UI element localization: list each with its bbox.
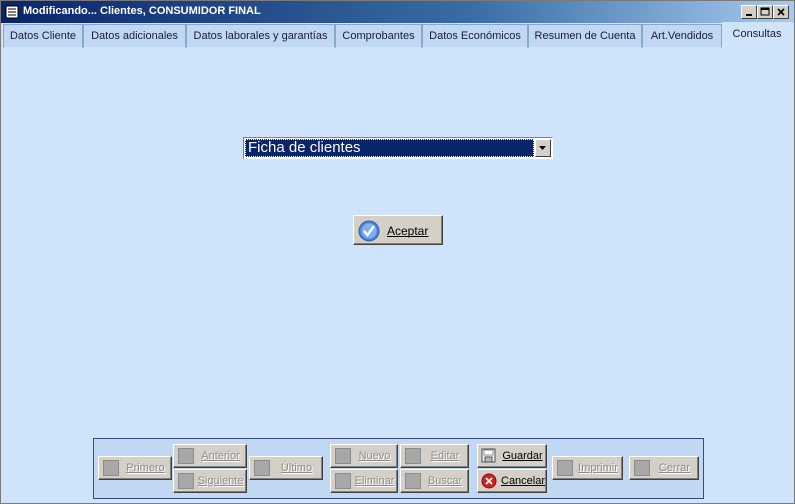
close-form-icon (634, 460, 650, 476)
first-record-button[interactable]: Primero (98, 456, 172, 480)
tab-datos-economicos[interactable]: Datos Económicos (422, 24, 528, 48)
app-icon (5, 5, 19, 19)
maximize-icon (760, 7, 770, 16)
window-title: Modificando... Clientes, CONSUMIDOR FINA… (23, 5, 261, 17)
previous-record-label: Anterior (201, 450, 240, 462)
chevron-down-icon (539, 146, 546, 150)
checkmark-icon (358, 220, 380, 242)
edit-button[interactable]: Editar (400, 444, 469, 468)
cancel-button-label: Cancelar (501, 475, 546, 487)
next-record-button[interactable]: Siguiente (173, 469, 247, 493)
previous-icon (178, 448, 194, 464)
close-icon (777, 8, 785, 16)
maximize-button[interactable] (757, 5, 773, 19)
new-icon (335, 448, 351, 464)
delete-icon (335, 473, 351, 489)
print-icon (557, 460, 573, 476)
new-button-label: Nuevo (358, 450, 391, 462)
save-icon (481, 448, 496, 463)
close-form-button[interactable]: Cerrar (629, 456, 699, 480)
save-button[interactable]: Guardar (477, 444, 547, 468)
accept-button[interactable]: Aceptar (353, 215, 443, 245)
previous-record-button[interactable]: Anterior (173, 444, 247, 468)
dropdown-button[interactable] (535, 139, 551, 157)
delete-button[interactable]: Eliminar (330, 469, 398, 493)
new-button[interactable]: Nuevo (330, 444, 398, 468)
tab-resumen-de-cuenta[interactable]: Resumen de Cuenta (528, 24, 642, 48)
tab-datos-laborales[interactable]: Datos laborales y garantías (186, 24, 335, 48)
search-button-label: Buscar (427, 475, 463, 487)
first-icon (103, 460, 119, 476)
consulta-select-value: Ficha de clientes (245, 139, 534, 157)
tab-consultas[interactable]: Consultas (722, 22, 792, 48)
title-bar[interactable]: Modificando... Clientes, CONSUMIDOR FINA… (1, 1, 794, 23)
edit-icon (405, 448, 421, 464)
last-record-label: Último (280, 462, 313, 474)
first-record-label: Primero (126, 462, 165, 474)
search-icon (405, 473, 421, 489)
edit-button-label: Editar (430, 450, 460, 462)
next-icon (178, 473, 194, 489)
next-record-label: Siguiente (197, 475, 244, 487)
tab-art-vendidos[interactable]: Art.Vendidos (642, 24, 722, 48)
tab-datos-adicionales[interactable]: Datos adicionales (83, 24, 186, 48)
delete-button-label: Eliminar (354, 475, 395, 487)
accept-button-label: Aceptar (387, 224, 429, 238)
navigation-toolbar: Primero Anterior Siguiente Último Nuevo … (93, 438, 704, 499)
last-record-button[interactable]: Último (249, 456, 323, 480)
print-button[interactable]: Imprimir (552, 456, 623, 480)
save-button-label: Guardar (502, 450, 543, 462)
consulta-select[interactable]: Ficha de clientes (243, 137, 553, 159)
tab-strip: Datos Cliente Datos adicionales Datos la… (3, 22, 793, 48)
tab-datos-cliente[interactable]: Datos Cliente (3, 24, 83, 48)
cancel-button[interactable]: Cancelar (477, 469, 547, 493)
close-form-label: Cerrar (658, 462, 691, 474)
close-button[interactable] (773, 5, 789, 19)
search-button[interactable]: Buscar (400, 469, 469, 493)
last-icon (254, 460, 270, 476)
minimize-icon (746, 14, 752, 16)
print-button-label: Imprimir (578, 462, 618, 474)
minimize-button[interactable] (741, 5, 757, 19)
cancel-icon (481, 473, 497, 489)
main-window: Modificando... Clientes, CONSUMIDOR FINA… (0, 0, 795, 504)
tab-comprobantes[interactable]: Comprobantes (335, 24, 422, 48)
